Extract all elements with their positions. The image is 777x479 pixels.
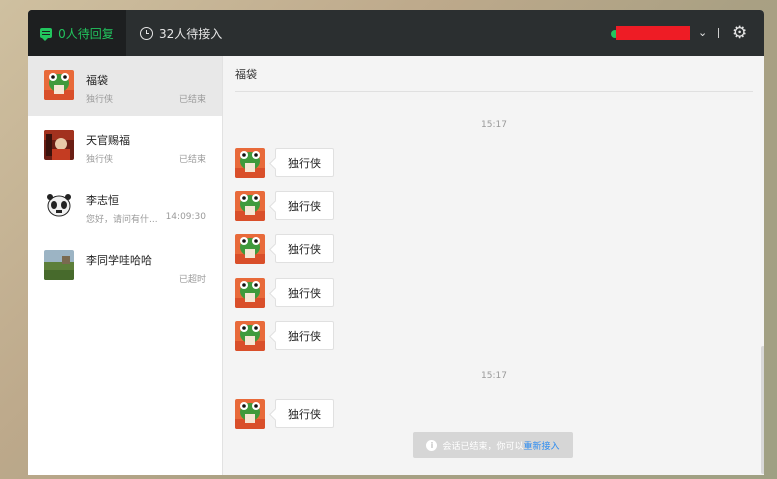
message-bubble: 独行侠 — [275, 399, 334, 428]
conversation-preview: 独行侠 — [86, 155, 114, 165]
gear-icon[interactable]: ⚙ — [732, 23, 747, 43]
frog-avatar — [235, 321, 265, 351]
conversation-preview: 您好，请问有什... — [86, 215, 158, 225]
tab-waiting-queue-label: 32人待接入 — [159, 26, 223, 41]
divider — [235, 91, 753, 92]
session-ended-notice: i 会话已结束，你可以 重新接入 — [413, 432, 573, 458]
message-bubble: 独行侠 — [275, 148, 334, 177]
chat-window: 0人待回复 32人待接入 ⌄ ⚙ 福袋 独行侠 已结束 天官赐福 独行侠 已结束 — [28, 10, 764, 475]
conversation-name: 天官赐福 — [86, 134, 130, 147]
top-bar: 0人待回复 32人待接入 ⌄ ⚙ — [28, 10, 764, 56]
conversation-item[interactable]: 李同学哇哈哈 已超时 — [28, 236, 222, 296]
message-bubble: 独行侠 — [275, 321, 334, 350]
conversation-time: 14:09:30 — [165, 212, 206, 222]
landscape-avatar — [44, 250, 74, 280]
tab-pending-reply-label: 0人待回复 — [58, 26, 114, 41]
tab-pending-reply[interactable]: 0人待回复 — [28, 10, 126, 56]
redacted-account-name[interactable] — [616, 26, 690, 40]
chat-bubble-icon — [40, 28, 53, 41]
conversation-preview: 独行侠 — [86, 95, 114, 105]
frog-avatar — [44, 70, 74, 100]
conversation-item[interactable]: 福袋 独行侠 已结束 — [28, 56, 222, 116]
conversation-name: 福袋 — [86, 74, 108, 87]
message-bubble: 独行侠 — [275, 278, 334, 307]
clock-icon — [140, 26, 153, 40]
frog-avatar — [235, 399, 265, 429]
conversation-status: 已结束 — [178, 95, 206, 105]
conversation-list: 福袋 独行侠 已结束 天官赐福 独行侠 已结束 李志恒 您好，请问有什... 1… — [28, 56, 222, 475]
frog-avatar — [235, 191, 265, 221]
chevron-down-icon[interactable]: ⌄ — [698, 26, 707, 39]
message-bubble: 独行侠 — [275, 191, 334, 220]
tab-waiting-queue[interactable]: 32人待接入 — [140, 10, 222, 56]
scrollbar[interactable] — [761, 346, 764, 474]
photo-avatar — [44, 130, 74, 160]
message-bubble: 独行侠 — [275, 234, 334, 263]
info-icon: i — [426, 439, 438, 451]
conversation-name: 李志恒 — [86, 194, 119, 207]
chat-panel: 福袋 15:17 独行侠 独行侠 独行侠 独行侠 独行侠 15:17 独行侠 i… — [222, 56, 764, 475]
conversation-name: 李同学哇哈哈 — [86, 254, 152, 267]
frog-avatar — [235, 278, 265, 308]
frog-avatar — [235, 148, 265, 178]
conversation-status: 已结束 — [178, 155, 206, 165]
divider — [718, 28, 719, 38]
conversation-item[interactable]: 李志恒 您好，请问有什... 14:09:30 — [28, 176, 222, 236]
chat-title: 福袋 — [235, 68, 257, 81]
reconnect-link[interactable]: 重新接入 — [524, 439, 560, 452]
notice-text: 会话已结束，你可以 — [442, 441, 524, 452]
message-timestamp: 15:17 — [481, 371, 507, 381]
panda-avatar — [44, 190, 74, 220]
message-timestamp: 15:17 — [481, 120, 507, 130]
conversation-item[interactable]: 天官赐福 独行侠 已结束 — [28, 116, 222, 176]
conversation-status: 已超时 — [178, 275, 206, 285]
frog-avatar — [235, 234, 265, 264]
